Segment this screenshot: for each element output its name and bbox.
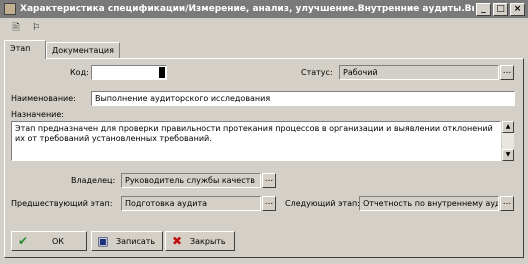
purpose-label: Назначение: [11, 110, 64, 119]
next-stage-field: Отчетность по внутреннему ауд [359, 196, 499, 211]
toolbar: 🖹 ⚐ [0, 19, 528, 37]
flag-icon[interactable]: ⚐ [28, 21, 44, 35]
owner-label: Владелец: [71, 176, 116, 185]
checkmark-icon: ✔ [17, 234, 29, 248]
text-cursor [159, 67, 165, 78]
ok-button[interactable]: ✔ ОК [11, 231, 87, 251]
status-label: Статус: [301, 68, 333, 77]
tab-documentation[interactable]: Документация [46, 42, 120, 58]
title-bar[interactable]: Характеристика спецификации/Измерение, а… [0, 0, 528, 18]
scroll-down-button[interactable]: ▼ [502, 149, 514, 161]
save-button[interactable]: ▣ Записать [91, 231, 163, 251]
close-window-button[interactable]: × [510, 2, 525, 16]
properties-icon[interactable]: 🖹 [8, 21, 24, 35]
save-label: Записать [116, 236, 156, 246]
minimize-button[interactable]: _ [476, 2, 491, 16]
owner-select-button[interactable]: ... [262, 173, 276, 188]
next-stage-select-button[interactable]: ... [500, 196, 514, 211]
close-button[interactable]: ✖ Закрыть [165, 231, 235, 251]
owner-field: Руководитель службы качеств [121, 173, 261, 188]
close-label: Закрыть [190, 236, 226, 246]
maximize-button[interactable]: □ [493, 2, 508, 16]
window-title: Характеристика спецификации/Измерение, а… [20, 4, 474, 14]
prev-stage-label: Предшествующий этап: [11, 199, 113, 208]
ok-label: ОК [52, 236, 64, 246]
code-label: Код: [70, 68, 89, 77]
stage-panel: Код: Статус: Рабочий ... Наименование: В… [4, 58, 524, 258]
app-icon [4, 3, 16, 15]
purpose-scrollbar[interactable]: ▲ ▼ [502, 121, 514, 161]
prev-stage-select-button[interactable]: ... [262, 196, 276, 211]
name-field[interactable]: Выполнение аудиторского исследования [91, 91, 515, 106]
tab-stage[interactable]: Этап [4, 40, 46, 59]
status-field: Рабочий [339, 65, 499, 80]
save-icon: ▣ [97, 234, 109, 248]
scroll-up-button[interactable]: ▲ [502, 121, 514, 133]
purpose-field[interactable]: Этап предназначен для проверки правильно… [11, 121, 501, 161]
code-field[interactable] [91, 65, 167, 80]
close-icon: ✖ [171, 234, 183, 248]
status-select-button[interactable]: ... [500, 65, 514, 80]
prev-stage-field: Подготовка аудита [121, 196, 261, 211]
spec-window: Характеристика спецификации/Измерение, а… [0, 0, 528, 264]
name-label: Наименование: [11, 94, 76, 103]
next-stage-label: Следующий этап: [285, 199, 360, 208]
